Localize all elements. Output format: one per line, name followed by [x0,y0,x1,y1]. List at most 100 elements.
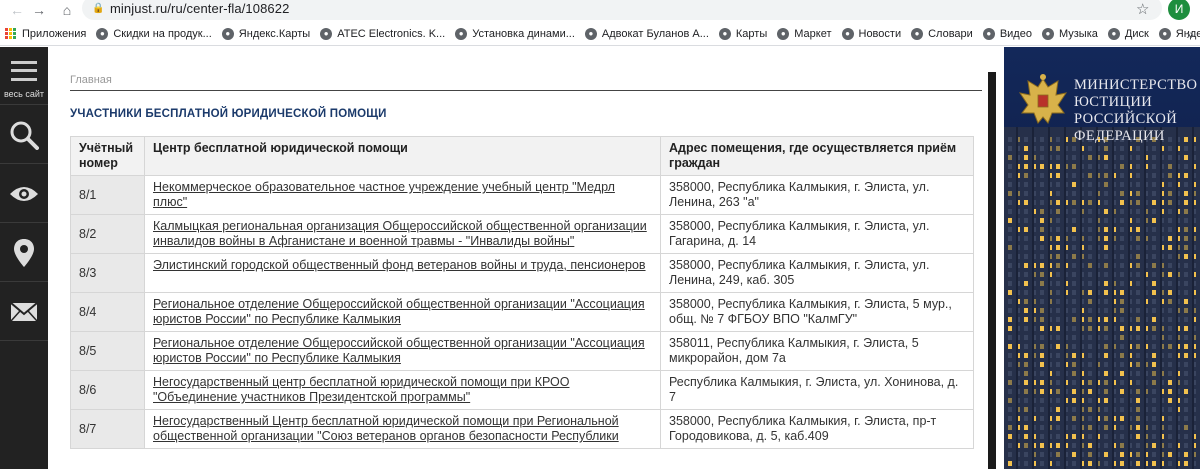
bookmark-item[interactable]: ● Новости [837,22,907,46]
bookmark-label: Карты [735,27,768,40]
center-cell: Региональное отделение Общероссийской об… [144,331,661,371]
menu-icon [11,60,37,81]
row-number: 8/1 [70,175,145,215]
table-row: 8/1 Некоммерческое образовательное частно… [70,175,974,215]
bookmark-item[interactable]: ● Видео [978,22,1037,46]
center-cell: Элистинский городской общественный фонд … [144,253,661,293]
globe-icon: ● [1041,27,1054,40]
address-cell: 358011, Республика Калмыкия, г. Элиста, … [660,331,974,371]
ministry-title: МИНИСТЕРСТВО ЮСТИЦИИ РОССИЙСКОЙ ФЕДЕРАЦИ… [1074,77,1197,145]
address-bar[interactable]: 🔒 minjust.ru/ru/center-fla/108622 [82,0,1162,20]
row-number: 8/5 [70,331,145,371]
ministry-banner[interactable]: МИНИСТЕРСТВО ЮСТИЦИИ РОССИЙСКОЙ ФЕДЕРАЦИ… [1004,47,1200,469]
bookmark-item[interactable]: ● Яндекс.Карты [217,22,315,46]
page-title: УЧАСТНИКИ БЕСПЛАТНОЙ ЮРИДИЧЕСКОЙ ПОМОЩИ [70,108,387,120]
bookmark-label: Новости [858,27,902,40]
globe-icon: ● [911,27,924,40]
sidebar-menu-button[interactable]: весь сайт [0,47,48,105]
apps-grid-icon [5,27,17,40]
left-sidebar: весь сайт [0,47,48,469]
table-row: 8/5 Региональное отделение Общероссийской… [70,331,974,371]
sidebar-search-button[interactable] [0,106,48,164]
bookmark-label: Маркет [794,27,832,40]
bookmark-label: Приложения [22,27,87,40]
back-arrow-icon[interactable]: ← [6,0,28,20]
bookmark-item[interactable]: ● Адвокат Буланов А... [580,22,714,46]
center-link[interactable]: Региональное отделение Общероссийской об… [153,336,645,365]
bookmark-label: ATEC Electronics. K... [337,27,446,40]
sidebar-menu-label: весь сайт [3,89,45,99]
row-number: 8/7 [70,409,145,449]
center-cell: Региональное отделение Общероссийской об… [144,292,661,332]
bookmark-label: Скидки на продук... [113,27,212,40]
bookmark-item[interactable]: Приложения [0,22,91,46]
table-row: 8/7 Негосударственный Центр бесплатной юр… [70,409,974,449]
bookmark-label: Словари [928,27,973,40]
row-number: 8/3 [70,253,145,293]
eye-icon [10,186,38,201]
lock-icon[interactable]: 🔒 [92,3,104,14]
center-link[interactable]: Негосударственный центр бесплатной юриди… [153,375,569,404]
bookmark-item[interactable]: ● Музыка [1037,22,1103,46]
search-icon [10,121,39,150]
center-link[interactable]: Калмыцкая региональная организация Общер… [153,219,647,248]
envelope-icon [10,301,38,322]
column-header-center: Центр бесплатной юридической помощи [144,136,661,176]
bookmark-label: Установка динами... [472,27,575,40]
globe-icon: ● [584,27,597,40]
bookmark-label: Адвокат Буланов А... [601,27,709,40]
address-cell: 358000, Республика Калмыкия, г. Элиста, … [660,292,974,332]
table-row: 8/6 Негосударственный центр бесплатной юр… [70,370,974,410]
bookmarks-bar: Приложения ● Скидки на продук... ● Яндекс.Ка… [0,22,1200,46]
row-number: 8/6 [70,370,145,410]
globe-icon: ● [841,27,854,40]
location-pin-icon [14,238,34,267]
breadcrumb-divider [70,90,982,91]
bookmark-label: Музыка [1058,27,1098,40]
sidebar-contact-button[interactable] [0,283,48,341]
bookmark-item[interactable]: ● Маркет [772,22,836,46]
center-link[interactable]: Негосударственный Центр бесплатной юриди… [153,414,619,443]
bookmark-star-icon[interactable]: ☆ [1136,0,1149,18]
globe-icon: ● [1107,27,1120,40]
ministry-line-3: РОССИЙСКОЙ [1074,111,1178,127]
globe-icon: ● [718,27,731,40]
scrollbar-thumb[interactable] [988,72,996,469]
ministry-line-1: МИНИСТЕРСТВО [1074,77,1198,93]
globe-icon: ● [982,27,995,40]
bookmark-item[interactable]: ● Карты [714,22,772,46]
bookmark-item[interactable]: ● ATEC Electronics. K... [315,22,450,46]
page-scrollbar[interactable] [988,72,996,469]
url-text[interactable]: minjust.ru/ru/center-fla/108622 [110,1,289,16]
center-link[interactable]: Региональное отделение Общероссийской об… [153,297,645,326]
browser-toolbar: ← → ⌂ 🔒 minjust.ru/ru/center-fla/108622 … [0,0,1200,20]
globe-icon: ● [221,27,234,40]
ministry-line-2: ЮСТИЦИИ [1074,94,1153,110]
bookmark-item[interactable]: ● Установка динами... [450,22,580,46]
column-header-number: Учётный номер [70,136,145,176]
more-bookmarks-icon[interactable]: » [1186,26,1194,42]
center-cell: Некоммерческое образовательное частное у… [144,175,661,215]
home-icon[interactable]: ⌂ [56,0,78,20]
sidebar-location-button[interactable] [0,224,48,282]
bookmark-item[interactable]: ● Диск [1103,22,1154,46]
globe-icon: ● [455,27,468,40]
center-link[interactable]: Некоммерческое образовательное частное у… [153,180,615,209]
double-headed-eagle-emblem [1018,74,1068,124]
table-row: 8/2 Калмыцкая региональная организация Об… [70,214,974,254]
row-number: 8/2 [70,214,145,254]
profile-avatar[interactable]: И [1168,0,1190,20]
sidebar-accessibility-button[interactable] [0,165,48,223]
bookmark-label: Видео [999,27,1032,40]
center-cell: Негосударственный центр бесплатной юриди… [144,370,661,410]
bookmark-item[interactable]: ● Словари [906,22,978,46]
forward-arrow-icon[interactable]: → [28,0,50,20]
center-link[interactable]: Элистинский городской общественный фонд … [153,258,646,272]
address-cell: 358000, Республика Калмыкия, г. Элиста, … [660,409,974,449]
breadcrumb-home[interactable]: Главная [70,74,112,86]
globe-icon: ● [1158,27,1171,40]
bookmark-label: Диск [1124,27,1149,40]
bookmark-item[interactable]: ● Скидки на продук... [91,22,216,46]
column-header-address: Адрес помещения, где осуществляется приё… [660,136,974,176]
address-cell: 358000, Республика Калмыкия, г. Элиста, … [660,253,974,293]
